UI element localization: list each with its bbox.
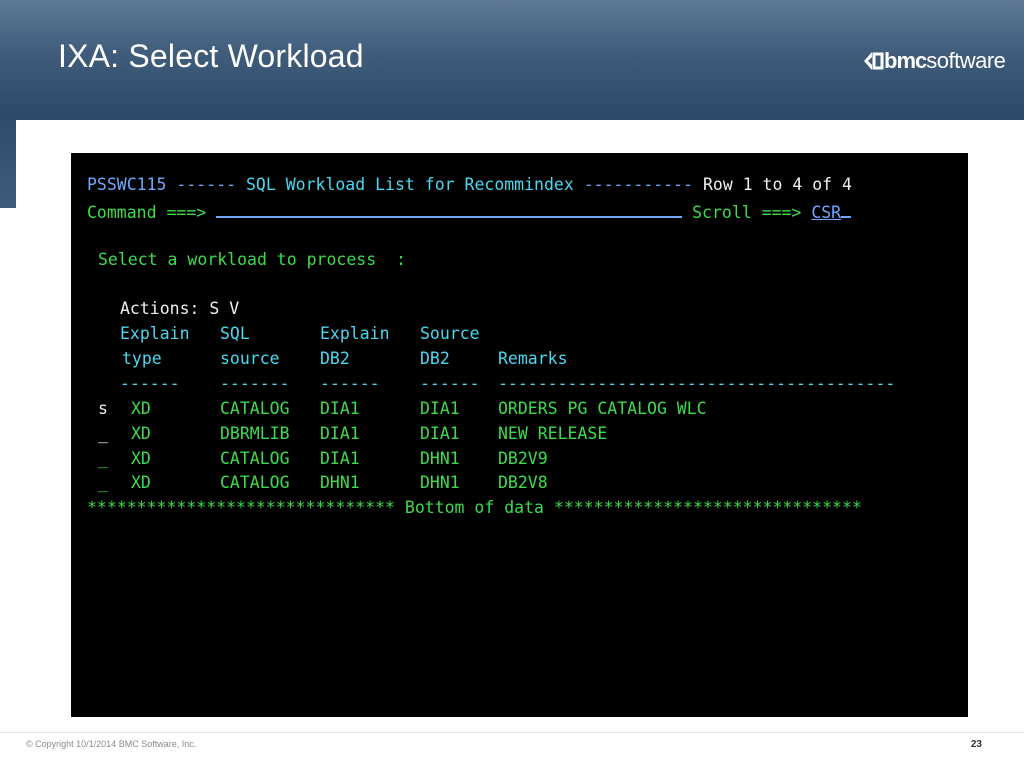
bottom-of-data-line: ******************************* Bottom o…: [87, 498, 862, 518]
header-accent-band: [0, 120, 16, 208]
slide-title: IXA: Select Workload: [58, 38, 364, 74]
bottom-of-data-text: Bottom of data: [404, 498, 544, 517]
table-row[interactable]: _ XD CATALOG DIA1 DHN1 DB2V9: [98, 449, 958, 469]
col-explain-type-h1: Explain: [120, 324, 190, 343]
terminal-screen[interactable]: PSSWC115 ------ SQL Workload List for Re…: [71, 153, 968, 717]
sep-col-3: ------: [320, 374, 380, 393]
row-select-field[interactable]: _: [98, 473, 108, 493]
col-source-db2-h1: Source: [420, 324, 480, 343]
row-type: XD: [131, 399, 151, 418]
scroll-input-pad: [841, 200, 852, 218]
row-remarks: DB2V8: [498, 473, 548, 492]
row-source-db2: DHN1: [420, 449, 460, 468]
row-explain-db2: DIA1: [320, 449, 360, 468]
row-remarks: DB2V9: [498, 449, 548, 468]
row-explain-db2: DIA1: [320, 399, 360, 418]
command-input[interactable]: [216, 200, 683, 218]
actions-label: Actions:: [120, 299, 200, 318]
row-explain-db2: DHN1: [320, 473, 360, 492]
row-source: CATALOG: [220, 473, 290, 492]
col-source-db2-h2: DB2: [420, 349, 450, 368]
table-row[interactable]: _ XD CATALOG DHN1 DHN1 DB2V8: [98, 473, 958, 493]
row-remarks: NEW RELEASE: [498, 424, 608, 443]
logo-wordmark-bold: bmc: [884, 48, 927, 73]
row-select-field[interactable]: s: [98, 399, 108, 419]
sep-col-4: ------: [420, 374, 480, 393]
logo-wordmark-light: software: [926, 48, 1006, 73]
bottom-stars-right: *******************************: [553, 498, 862, 517]
col-explain-db2-h2: DB2: [320, 349, 350, 368]
col-sql-source-h2: source: [220, 349, 280, 368]
panel-title-line: PSSWC115 ------ SQL Workload List for Re…: [87, 175, 852, 195]
bmc-logo-icon: [864, 52, 884, 70]
scroll-label: Scroll ===>: [692, 203, 802, 222]
col-explain-type-h2: type: [122, 349, 162, 368]
col-sql-source-h1: SQL: [220, 324, 250, 343]
row-source: DBRMLIB: [220, 424, 290, 443]
command-label: Command ===>: [87, 203, 207, 222]
select-prompt: Select a workload to process :: [98, 250, 406, 269]
command-line: Command ===> Scroll ===> CSR: [87, 200, 852, 222]
row-type: XD: [131, 424, 151, 443]
panel-id: PSSWC115: [87, 175, 167, 194]
row-source: CATALOG: [220, 449, 290, 468]
row-source: CATALOG: [220, 399, 290, 418]
row-select-field[interactable]: _: [98, 449, 108, 469]
copyright-text: © Copyright 10/1/2014 BMC Software, Inc.: [26, 739, 197, 749]
scroll-input[interactable]: CSR: [811, 203, 841, 222]
table-row[interactable]: s XD CATALOG DIA1 DIA1 ORDERS PG CATALOG WLC: [98, 399, 958, 419]
table-row[interactable]: _ XD DBRMLIB DIA1 DIA1 NEW RELEASE: [98, 424, 958, 444]
row-explain-db2: DIA1: [320, 424, 360, 443]
title-dashes-left: ------: [176, 175, 237, 194]
sep-col-2: -------: [220, 374, 290, 393]
row-select-field[interactable]: _: [98, 424, 108, 444]
row-source-db2: DIA1: [420, 424, 460, 443]
row-remarks: ORDERS PG CATALOG WLC: [498, 399, 707, 418]
sep-col-5: ----------------------------------------: [498, 374, 896, 393]
title-dashes-right: -----------: [583, 175, 694, 194]
row-type: XD: [131, 449, 151, 468]
row-type: XD: [131, 473, 151, 492]
row-source-db2: DHN1: [420, 473, 460, 492]
col-remarks-h: Remarks: [498, 349, 568, 368]
sep-col-1: ------: [120, 374, 180, 393]
footer-divider: [0, 732, 1024, 733]
bottom-stars-left: *******************************: [87, 498, 395, 517]
actions-line: Actions: S V: [120, 299, 239, 319]
row-source-db2: DIA1: [420, 399, 460, 418]
panel-title: SQL Workload List for Recommindex: [245, 175, 574, 194]
page-number: 23: [970, 739, 982, 750]
row-info: Row 1 to 4 of 4: [702, 175, 852, 194]
actions-values: S V: [209, 299, 240, 318]
col-explain-db2-h1: Explain: [320, 324, 390, 343]
bmc-logo: bmc software: [862, 44, 1006, 78]
